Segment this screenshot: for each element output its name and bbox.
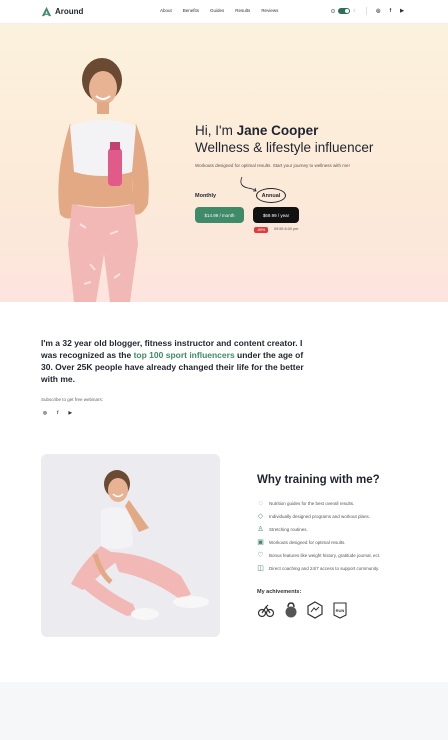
facebook-icon[interactable]: f: [389, 8, 391, 14]
footer-band: [0, 682, 448, 740]
hero-name: Jane Cooper: [236, 123, 319, 138]
sitting-woman-illustration: [71, 470, 209, 620]
feature-item: ▣ Workouts designed for optimal results.: [257, 539, 345, 546]
calendar-icon: ▣: [257, 539, 264, 546]
run-badge-label: RUN: [335, 608, 345, 613]
feature-item: ◇ Individually designed programs and work…: [257, 513, 370, 520]
logo-text: Around: [55, 7, 84, 16]
instagram-icon[interactable]: ◎: [376, 8, 380, 14]
nav-link-benefits[interactable]: Benefits: [183, 8, 199, 13]
run-badge-icon: RUN: [331, 601, 349, 619]
theme-switch[interactable]: ☾: [331, 8, 357, 14]
sun-icon: [331, 9, 336, 13]
buy-annual-button[interactable]: $69.99 / year: [253, 207, 299, 223]
nav-link-guides[interactable]: Guides: [210, 8, 224, 13]
chat-icon: ◫: [257, 565, 264, 572]
feature-item: ♙ Stretching routines.: [257, 526, 308, 533]
navbar: Around About Benefits Guides Results Rev…: [0, 0, 448, 24]
badge-bike-icon: [257, 604, 275, 618]
sale-badge: -50%: [254, 227, 269, 233]
nav-right: ☾ ◎ f ▶: [331, 7, 404, 15]
hero-headline: Wellness & lifestyle influencer: [195, 140, 374, 155]
feature-text: Stretching routines.: [269, 527, 308, 532]
facebook-icon[interactable]: f: [57, 410, 59, 416]
nav-link-about[interactable]: About: [160, 8, 172, 13]
achievements-title: My achivements:: [257, 589, 302, 595]
feature-item: ♡ Bonus features like weight history, gra…: [257, 552, 380, 559]
divider: [366, 7, 368, 15]
buy-monthly-button[interactable]: $14.99 / month: [195, 207, 244, 223]
moon-icon: ☾: [353, 8, 358, 13]
plan-annual-label[interactable]: Annual: [256, 188, 286, 203]
trail-badge-icon: [307, 601, 323, 619]
subscribe-label: Subscribe to get free webinars:: [41, 397, 104, 402]
feature-text: Individually designed programs and worko…: [269, 514, 371, 519]
main-menu: About Benefits Guides Results Reviews: [160, 8, 278, 13]
logo[interactable]: Around: [41, 6, 83, 17]
youtube-icon[interactable]: ▶: [400, 8, 404, 14]
heart-icon: ♡: [257, 552, 264, 559]
hero-section: Hi, I'm Jane Cooper Wellness & lifestyle…: [0, 24, 448, 302]
hero-title: Hi, I'm Jane Cooper Wellness & lifestyle…: [195, 122, 373, 156]
kettlebell-icon: [285, 602, 297, 618]
feature-text: Workouts designed for optimal results.: [269, 540, 346, 545]
feature-item: ◫ Direct coaching and 24/7 access to supp…: [257, 565, 379, 572]
feature-text: Direct coaching and 24/7 access to suppo…: [269, 566, 380, 571]
sale-timer: 09:55 8:00 pm: [274, 227, 299, 231]
theme-toggle[interactable]: [338, 8, 351, 14]
nav-link-results[interactable]: Results: [235, 8, 250, 13]
apple-icon: ◌: [258, 500, 263, 507]
instagram-icon[interactable]: ◎: [43, 410, 47, 416]
person-icon: ♙: [257, 526, 264, 533]
feature-item: ◌ Nutrition guides for the best overall r…: [257, 500, 354, 507]
about-statement: I'm a 32 year old blogger, fitness instr…: [41, 337, 311, 385]
logo-icon: [41, 6, 52, 17]
nav-link-reviews[interactable]: Reviews: [261, 8, 278, 13]
drop-icon: ◇: [257, 513, 264, 520]
youtube-icon[interactable]: ▶: [68, 410, 71, 416]
hero-photo: [58, 58, 149, 302]
training-photo: [41, 454, 220, 637]
feature-text: Nutrition guides for the best overall re…: [269, 501, 355, 506]
hero-greeting: Hi, I'm: [195, 123, 237, 138]
about-highlight: top 100 sport influencers: [133, 350, 235, 360]
feature-text: Bonus features like weight history, grat…: [269, 553, 381, 558]
plan-monthly-label[interactable]: Monthly: [195, 193, 216, 199]
training-title: Why training with me?: [257, 474, 380, 486]
about-social-links: ◎ f ▶: [43, 410, 72, 416]
hero-subtitle: Workouts designed for optimal results. S…: [195, 163, 350, 168]
